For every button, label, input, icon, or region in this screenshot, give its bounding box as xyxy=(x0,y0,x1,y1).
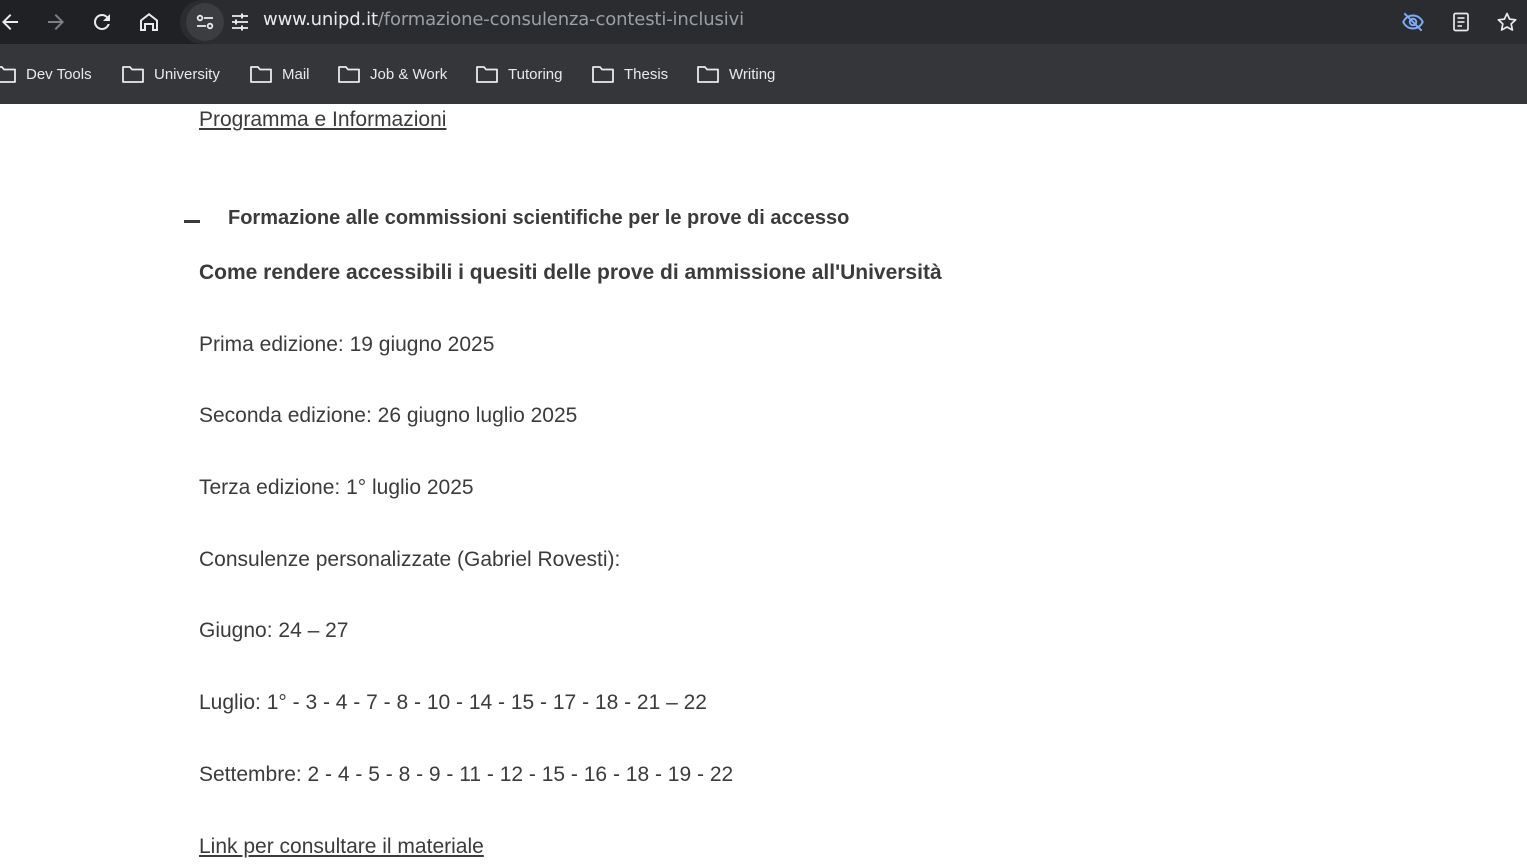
eye-off-icon xyxy=(1402,12,1424,32)
terza-edizione-text: Terza edizione: 1° luglio 2025 xyxy=(199,476,474,499)
reload-button[interactable] xyxy=(84,4,120,40)
bookmark-folder-university[interactable]: University xyxy=(121,62,220,86)
reading-mode-button[interactable] xyxy=(1443,4,1479,40)
folder-icon xyxy=(592,66,614,83)
bookmark-folder-tutoring[interactable]: Tutoring xyxy=(475,62,562,86)
bookmark-label: Dev Tools xyxy=(26,65,92,83)
bookmark-label: Job & Work xyxy=(370,65,448,83)
bookmark-star-button[interactable] xyxy=(1489,4,1525,40)
page-controls-button[interactable] xyxy=(226,5,254,39)
url-domain: www.unipd.it xyxy=(263,9,378,30)
folder-icon xyxy=(250,66,272,83)
materiale-link[interactable]: Link per consultare il materiale xyxy=(199,835,484,859)
reading-mode-icon xyxy=(1453,12,1469,32)
bookmark-label: Thesis xyxy=(624,65,669,83)
section-subtitle: Come rendere accessibili i quesiti delle… xyxy=(199,261,942,284)
folder-icon xyxy=(697,66,719,83)
bookmark-folder-thesis[interactable]: Thesis xyxy=(591,62,668,86)
tracking-protection-button[interactable] xyxy=(1395,4,1431,40)
arrow-left-icon xyxy=(2,14,18,30)
home-icon xyxy=(140,13,158,31)
bookmark-label: Tutoring xyxy=(508,65,563,83)
accordion-header[interactable]: Formazione alle commissioni scientifiche… xyxy=(228,207,849,230)
folder-icon xyxy=(476,66,498,83)
collapse-minus-icon[interactable] xyxy=(184,220,200,223)
bookmark-folder-writing[interactable]: Writing xyxy=(696,62,775,86)
url-path: /formazione-consulenza-contesti-inclusiv… xyxy=(377,9,744,30)
url-text[interactable]: www.unipd.it/formazione-consulenza-conte… xyxy=(263,0,744,40)
luglio-dates-text: Luglio: 1° - 3 - 4 - 7 - 8 - 10 - 14 - 1… xyxy=(199,691,707,714)
bookmark-label: University xyxy=(154,65,220,83)
prima-edizione-text: Prima edizione: 19 giugno 2025 xyxy=(199,333,495,356)
forward-button[interactable] xyxy=(38,4,74,40)
site-info-button[interactable] xyxy=(186,3,224,41)
folder-icon xyxy=(0,66,16,83)
home-button[interactable] xyxy=(131,4,167,40)
reload-icon xyxy=(93,13,110,30)
programma-informazioni-link[interactable]: Programma e Informazioni xyxy=(199,108,446,132)
folder-icon xyxy=(338,66,360,83)
site-settings-icon xyxy=(196,14,214,30)
bookmark-label: Writing xyxy=(729,65,776,83)
settembre-dates-text: Settembre: 2 - 4 - 5 - 8 - 9 - 11 - 12 -… xyxy=(199,763,734,786)
folder-icon xyxy=(122,66,144,83)
bookmark-folder-mail[interactable]: Mail xyxy=(249,62,310,86)
tune-icon xyxy=(232,13,248,31)
page-content: Programma e Informazioni Formazione alle… xyxy=(0,104,1527,865)
arrow-right-icon xyxy=(48,14,64,30)
bookmark-label: Mail xyxy=(282,65,310,83)
back-button[interactable] xyxy=(0,4,28,40)
giugno-dates-text: Giugno: 24 – 27 xyxy=(199,619,349,642)
seconda-edizione-text: Seconda edizione: 26 giugno luglio 2025 xyxy=(199,404,578,427)
bookmark-folder-dev-tools[interactable]: Dev Tools xyxy=(0,62,92,86)
star-icon xyxy=(1497,12,1517,31)
bookmark-folder-job-work[interactable]: Job & Work xyxy=(337,62,447,86)
browser-toolbar: www.unipd.it/formazione-consulenza-conte… xyxy=(0,0,1527,44)
consulenze-text: Consulenze personalizzate (Gabriel Roves… xyxy=(199,548,621,571)
